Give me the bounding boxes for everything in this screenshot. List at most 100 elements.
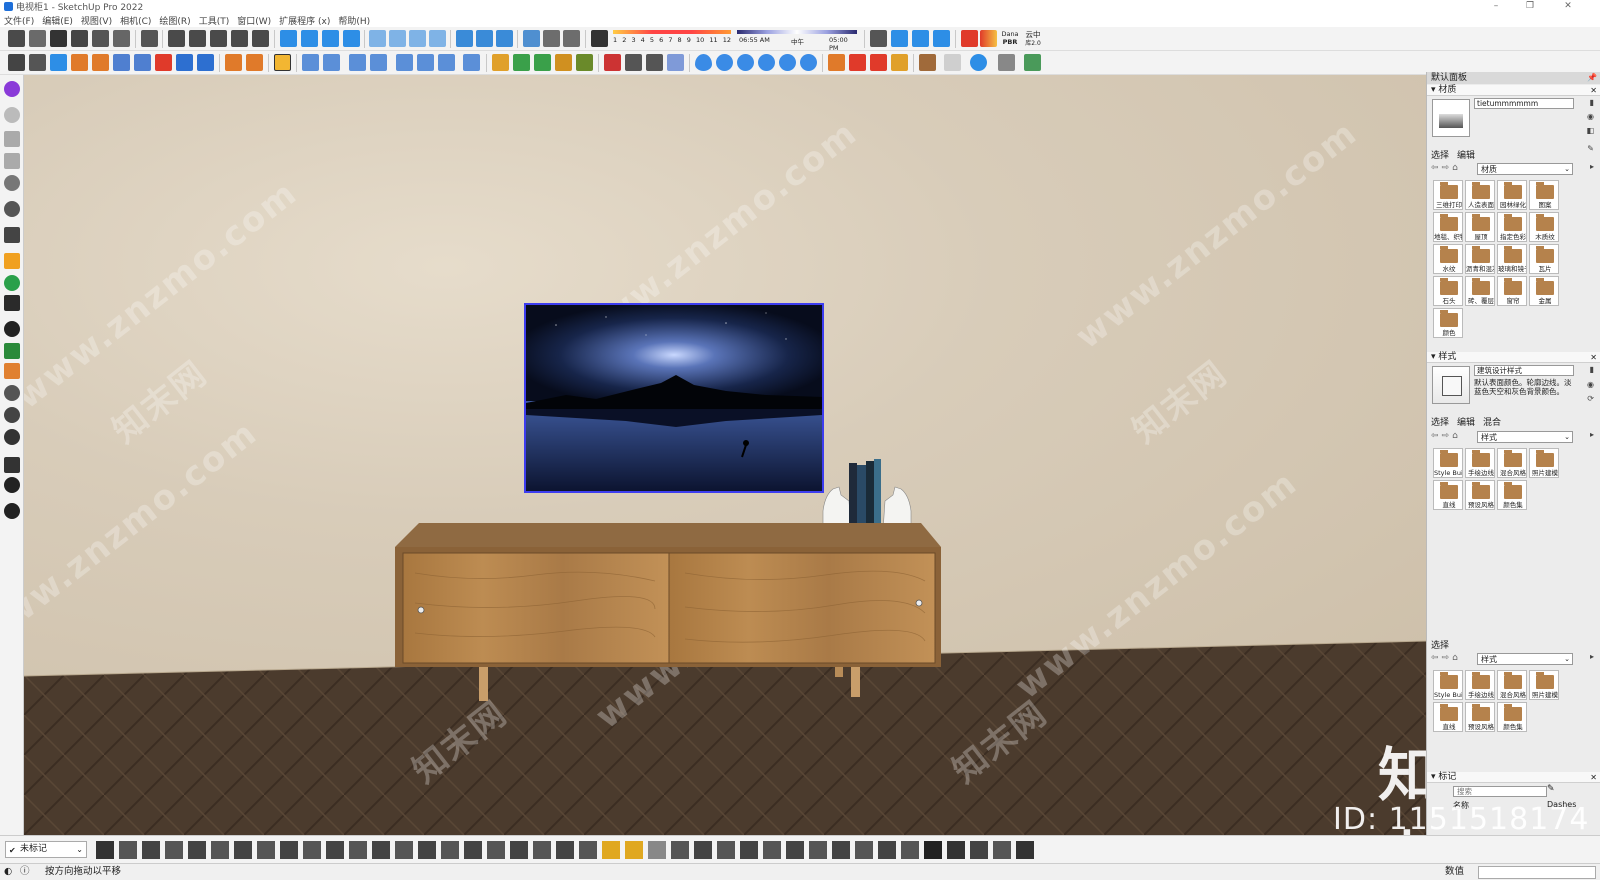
chrome-icon[interactable]: [463, 54, 480, 71]
material-folder[interactable]: 窗帘: [1497, 276, 1527, 306]
style-folder[interactable]: 照片建模: [1529, 448, 1559, 478]
hidden-line-icon[interactable]: [322, 30, 339, 47]
water-drop-icon-6[interactable]: [800, 54, 817, 71]
frame-icon[interactable]: [786, 841, 804, 859]
import-icon[interactable]: [828, 54, 845, 71]
material-folder[interactable]: 玻璃和镜子: [1497, 244, 1527, 274]
checkerboard-icon[interactable]: [441, 841, 459, 859]
forward-arrow-icon[interactable]: ⇨: [1442, 163, 1450, 173]
menu-camera[interactable]: 相机(C): [120, 14, 151, 27]
cloud-icon[interactable]: [4, 407, 20, 423]
details-arrow-icon[interactable]: ▸: [1590, 162, 1594, 171]
person-icon[interactable]: [510, 841, 528, 859]
ratio-icon[interactable]: [947, 841, 965, 859]
house-outline-icon[interactable]: [92, 30, 109, 47]
water-drop-icon-3[interactable]: [737, 54, 754, 71]
section-cut-icon[interactable]: [389, 30, 406, 47]
menu-extensions[interactable]: 扩展程序 (x): [279, 14, 330, 27]
top-view-icon[interactable]: [189, 30, 206, 47]
enscape-icon[interactable]: [980, 30, 997, 47]
styles-close-icon[interactable]: ✕: [1590, 352, 1597, 363]
style-create-icon[interactable]: ◉: [1587, 380, 1594, 389]
style-save-icon[interactable]: ▮: [1590, 365, 1594, 374]
tab-select[interactable]: 选择: [1431, 148, 1449, 161]
zoom-extents-icon[interactable]: [933, 30, 950, 47]
car-icon[interactable]: [487, 841, 505, 859]
solid-intersect-icon[interactable]: [534, 54, 551, 71]
wave-icon[interactable]: [119, 841, 137, 859]
texture-tool-icon[interactable]: [96, 841, 114, 859]
water-drop-icon-5[interactable]: [779, 54, 796, 71]
material-folder[interactable]: 木质纹: [1529, 212, 1559, 242]
materials-header[interactable]: ▾ 材质 ✕: [1427, 85, 1600, 96]
active-tag-dropdown[interactable]: ✔ 未标记 ⌄: [5, 841, 87, 858]
home-icon[interactable]: ⌂: [1452, 163, 1458, 173]
video-icon[interactable]: [4, 131, 20, 147]
details-arrow-icon[interactable]: ▸: [1590, 652, 1594, 661]
offset-icon[interactable]: [92, 54, 109, 71]
refresh-icon[interactable]: [4, 275, 20, 291]
shadow-month-slider[interactable]: 1 2 3 4 5 6 7 8 9 10 11 12: [613, 30, 731, 47]
export-image-icon[interactable]: [901, 841, 919, 859]
component-icon[interactable]: [141, 30, 158, 47]
house-icon[interactable]: [71, 30, 88, 47]
menu-tools[interactable]: 工具(T): [199, 14, 230, 27]
freehand-icon[interactable]: [197, 54, 214, 71]
front-view-icon[interactable]: [210, 30, 227, 47]
texture-icon[interactable]: [496, 30, 513, 47]
cycle-icon[interactable]: [878, 841, 896, 859]
style-folder[interactable]: 预设风格: [1465, 480, 1495, 510]
back-arrow-icon[interactable]: ⇦: [1431, 163, 1439, 173]
menu-window[interactable]: 窗口(W): [237, 14, 271, 27]
solid-union-icon[interactable]: [492, 54, 509, 71]
style-name-field[interactable]: 建筑设计样式: [1474, 365, 1574, 376]
component-box-icon[interactable]: [274, 54, 291, 71]
solid-split-icon[interactable]: [576, 54, 593, 71]
photo-texture-icon[interactable]: [523, 30, 540, 47]
d-icon[interactable]: [944, 54, 961, 71]
pan-icon[interactable]: [891, 30, 908, 47]
scale-icon[interactable]: [134, 54, 151, 71]
sandbox-icon[interactable]: [302, 54, 319, 71]
style-folder[interactable]: 颜色集: [1497, 480, 1527, 510]
leaf-icon[interactable]: [142, 841, 160, 859]
foliage-icon[interactable]: [211, 841, 229, 859]
dimension-tool-icon[interactable]: [246, 54, 263, 71]
check-icon[interactable]: [563, 30, 580, 47]
material-folder[interactable]: 金属: [1529, 276, 1559, 306]
record-icon[interactable]: [4, 107, 20, 123]
dropper-icon[interactable]: [625, 54, 642, 71]
export-icon[interactable]: [849, 54, 866, 71]
material-folder[interactable]: 瓦片: [1529, 244, 1559, 274]
sun-icon[interactable]: [891, 54, 908, 71]
new-file-icon[interactable]: [8, 30, 25, 47]
material-folder[interactable]: 三维打印: [1433, 180, 1463, 210]
eye-off-icon[interactable]: [993, 841, 1011, 859]
back-view-icon[interactable]: [252, 30, 269, 47]
gears-icon[interactable]: [4, 429, 20, 445]
tab-edit[interactable]: 编辑: [1457, 148, 1475, 161]
menu-file[interactable]: 文件(F): [4, 14, 34, 27]
tools-icon[interactable]: [919, 54, 936, 71]
style-preview[interactable]: [1432, 366, 1470, 404]
cake-icon[interactable]: [694, 841, 712, 859]
tab-edit[interactable]: 编辑: [1457, 415, 1475, 428]
style-folder[interactable]: 照片建模: [1529, 670, 1559, 700]
face-style-icon[interactable]: [456, 30, 473, 47]
plant-icon[interactable]: [188, 841, 206, 859]
material-folder[interactable]: 石头: [1433, 276, 1463, 306]
bottle-icon[interactable]: [418, 841, 436, 859]
model-viewport[interactable]: www.znzmo.com www.znzmo.com www.znzmo.co…: [24, 75, 1426, 835]
push-pull-icon[interactable]: [71, 54, 88, 71]
add-icon[interactable]: [4, 321, 20, 337]
globe-icon[interactable]: [395, 841, 413, 859]
camera-icon[interactable]: [4, 153, 20, 169]
material-name-field[interactable]: tietummmmmm: [1474, 98, 1574, 109]
plugin-icon[interactable]: [4, 81, 20, 97]
flip-edge-icon[interactable]: [438, 54, 455, 71]
material-folder[interactable]: 屋顶: [1465, 212, 1495, 242]
grid-icon[interactable]: [280, 841, 298, 859]
sample-paint-icon[interactable]: ✎: [1587, 144, 1594, 153]
tags-search-input[interactable]: 搜索: [1453, 786, 1547, 797]
pencil-icon[interactable]: [646, 54, 663, 71]
